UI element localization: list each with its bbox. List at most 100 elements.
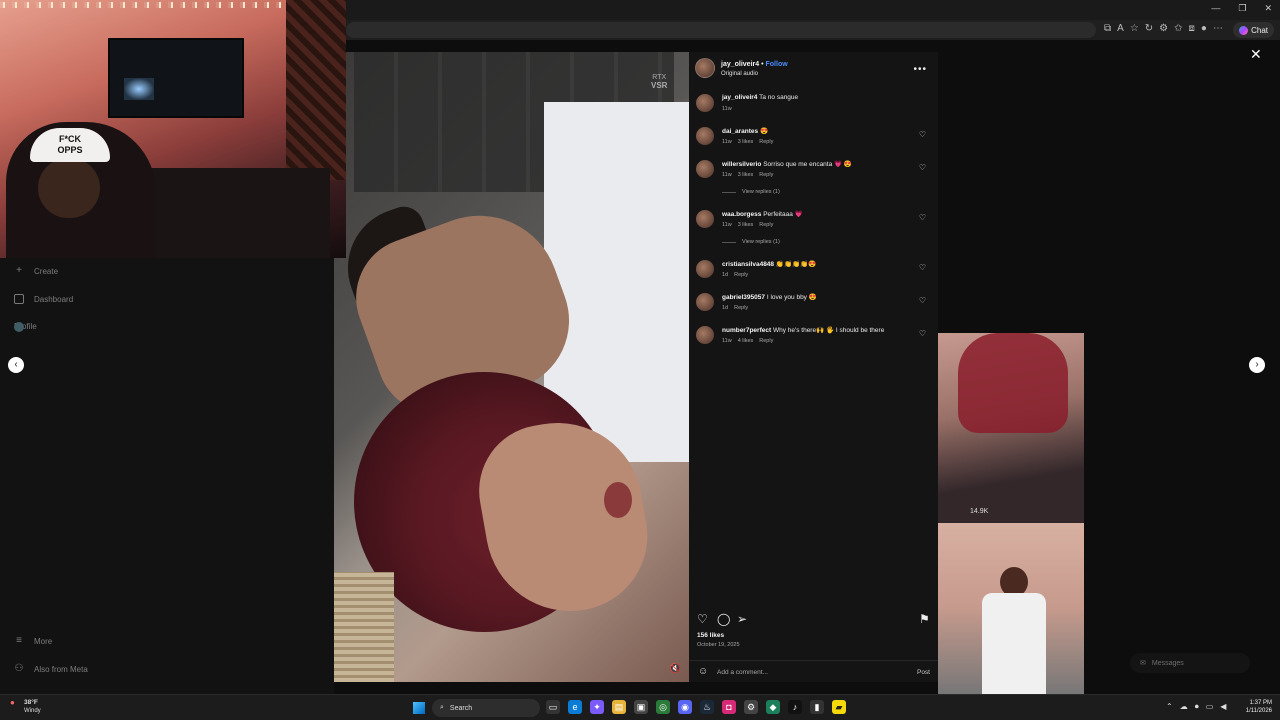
heart-icon[interactable]: ♡	[919, 329, 926, 338]
app-icon[interactable]: ◆	[766, 700, 780, 714]
mute-icon[interactable]: 🔇	[670, 663, 681, 674]
comment-icon[interactable]: ◯	[717, 612, 730, 626]
reply-button[interactable]: Reply	[759, 139, 773, 145]
reply-button[interactable]: Reply	[759, 172, 773, 178]
messages-button[interactable]: ✉ Messages	[1130, 653, 1250, 673]
microphone-icon[interactable]: ⏺	[1195, 702, 1199, 712]
volume-icon[interactable]: ◀	[1220, 702, 1226, 712]
extensions-icon[interactable]: ⚙	[1159, 23, 1168, 34]
weather-widget[interactable]: ● 38°F Windy	[10, 699, 41, 715]
reply-button[interactable]: Reply	[734, 272, 748, 278]
comment-avatar[interactable]	[696, 293, 714, 311]
comment-likes[interactable]: 4 likes	[738, 338, 754, 344]
cloud-icon[interactable]: ☁	[1180, 702, 1188, 712]
caption-username[interactable]: jay_oliveir4	[722, 94, 757, 101]
sidebar-item-create[interactable]: + Create	[14, 266, 58, 276]
previous-post-button[interactable]: ‹	[8, 357, 24, 373]
clock[interactable]: 1:37 PM 1/11/2026	[1246, 699, 1272, 715]
open-app-icon[interactable]: ⧉	[1104, 23, 1111, 34]
suggested-video-thumbnail[interactable]	[938, 523, 1084, 694]
windows-start-icon[interactable]	[413, 702, 425, 714]
heart-icon[interactable]: ♡	[919, 213, 926, 222]
comment-text: 👏👏👏👏😍	[775, 261, 817, 268]
comment-text: 😍	[759, 128, 769, 135]
chrome-icon[interactable]: ◎	[656, 700, 670, 714]
suggested-video-thumbnail[interactable]: 14.9K	[938, 333, 1084, 523]
comment-avatar[interactable]	[696, 326, 714, 344]
collections-icon[interactable]: ⧈	[1189, 23, 1195, 34]
instagram-icon[interactable]: ◘	[722, 700, 736, 714]
post-comment-button[interactable]: Post	[917, 669, 930, 676]
reply-button[interactable]: Reply	[759, 338, 773, 344]
profile-icon[interactable]: ●	[1201, 23, 1207, 34]
restore-icon[interactable]: ❐	[1238, 3, 1246, 14]
likes-count[interactable]: 156 likes	[697, 632, 724, 639]
sidebar-item-more[interactable]: ≡ More	[14, 636, 52, 646]
edge-icon[interactable]: e	[568, 700, 582, 714]
copilot-icon[interactable]: ✦	[590, 700, 604, 714]
minimize-icon[interactable]: —	[1211, 3, 1220, 14]
store-icon[interactable]: ▣	[634, 700, 648, 714]
discord-icon[interactable]: ◉	[678, 700, 692, 714]
comment-likes[interactable]: 3 likes	[738, 139, 754, 145]
comment-input[interactable]: Add a comment...	[717, 669, 768, 676]
comment-likes[interactable]: 3 likes	[738, 172, 754, 178]
next-post-button[interactable]: ›	[1249, 357, 1265, 373]
author-username[interactable]: jay_oliveir4	[721, 61, 759, 68]
address-bar[interactable]	[346, 22, 1096, 38]
comment-likes[interactable]: 3 likes	[738, 222, 754, 228]
read-aloud-icon[interactable]: A	[1117, 23, 1124, 34]
reply-button[interactable]: Reply	[734, 305, 748, 311]
tiktok-icon[interactable]: ♪	[788, 700, 802, 714]
heart-icon[interactable]: ♡	[919, 296, 926, 305]
divider	[722, 191, 736, 193]
post-video[interactable]: RTX VSR 🔇	[334, 52, 689, 682]
comment-username[interactable]: willersilverio	[722, 161, 761, 168]
emoji-icon[interactable]: ☺	[698, 666, 708, 677]
follow-button[interactable]: Follow	[766, 61, 788, 68]
close-modal-button[interactable]: ✕	[1250, 46, 1262, 63]
save-bookmark-icon[interactable]: ⚑	[919, 612, 930, 626]
heart-icon[interactable]: ♡	[919, 130, 926, 139]
task-view-icon[interactable]: ▭	[546, 700, 560, 714]
file-explorer-icon[interactable]: ▤	[612, 700, 626, 714]
comment-avatar[interactable]	[696, 127, 714, 145]
sticky-notes-icon[interactable]: ▰	[832, 700, 846, 714]
steam-icon[interactable]: ♨	[700, 700, 714, 714]
chevron-up-icon[interactable]: ⌃	[1166, 702, 1173, 712]
comment-username[interactable]: waa.borgess	[722, 211, 761, 218]
comment-username[interactable]: number7perfect	[722, 327, 771, 334]
close-window-icon[interactable]: ✕	[1264, 3, 1272, 14]
copilot-button[interactable]: Chat	[1233, 22, 1274, 38]
more-options-icon[interactable]: •••	[913, 64, 927, 75]
display-icon[interactable]: ▭	[1206, 702, 1214, 712]
sidebar-item-also-from-meta[interactable]: ⚇ Also from Meta	[14, 664, 88, 674]
favorite-star-icon[interactable]: ☆	[1130, 23, 1139, 34]
terminal-icon[interactable]: ▮	[810, 700, 824, 714]
like-icon[interactable]: ♡	[697, 612, 708, 626]
comment-username[interactable]: cristiansilva4848	[722, 261, 774, 268]
share-icon[interactable]: ➢	[737, 612, 747, 626]
caption-avatar[interactable]	[696, 94, 714, 112]
comment-avatar[interactable]	[696, 160, 714, 178]
comment-avatar[interactable]	[696, 210, 714, 228]
favorites-icon[interactable]: ✩	[1174, 23, 1182, 34]
reply-button[interactable]: Reply	[759, 222, 773, 228]
settings-icon[interactable]: ⚙	[744, 700, 758, 714]
sidebar-item-dashboard[interactable]: Dashboard	[14, 294, 73, 304]
author-avatar[interactable]	[695, 58, 715, 78]
heart-icon[interactable]: ♡	[919, 263, 926, 272]
audio-label[interactable]: Original audio	[721, 71, 758, 77]
comment-username[interactable]: dai_arantes	[722, 128, 758, 135]
sidebar-item-profile[interactable]: Profile	[14, 321, 37, 332]
comment-avatar[interactable]	[696, 260, 714, 278]
wall-tv	[108, 38, 244, 118]
view-replies-button[interactable]: View replies (1)	[722, 239, 780, 245]
heart-icon[interactable]: ♡	[919, 163, 926, 172]
refresh-icon[interactable]: ↻	[1145, 23, 1153, 34]
send-icon: ✉	[1140, 660, 1146, 667]
comment-username[interactable]: gabriel395057	[722, 294, 765, 301]
taskbar-search[interactable]: ⌕ Search	[432, 699, 540, 717]
more-icon[interactable]: ⋯	[1213, 23, 1223, 34]
view-replies-button[interactable]: View replies (1)	[722, 189, 780, 195]
